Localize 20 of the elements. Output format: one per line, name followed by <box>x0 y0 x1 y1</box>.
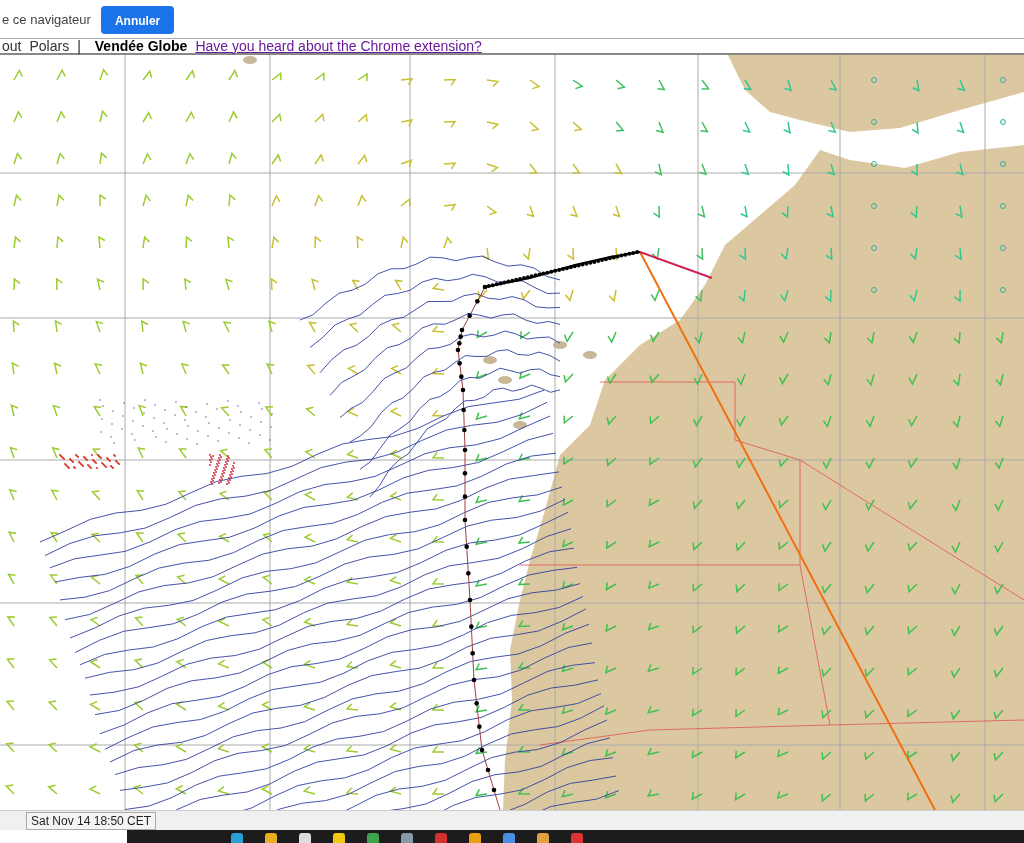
taskbar-icon[interactable] <box>469 833 481 843</box>
taskbar-icon[interactable] <box>299 833 311 843</box>
taskbar-icon[interactable] <box>231 833 243 843</box>
status-time: Sat Nov 14 18:50 CET <box>26 811 157 830</box>
taskbar-icon[interactable] <box>503 833 515 843</box>
taskbar-icon[interactable] <box>333 833 345 843</box>
menu-link[interactable]: Polars <box>29 38 70 54</box>
taskbar-icon[interactable] <box>401 833 413 843</box>
cancel-button[interactable]: Annuler <box>100 6 175 34</box>
menu-link[interactable]: out <box>2 38 22 54</box>
taskbar-icon[interactable] <box>435 833 447 843</box>
menu-separator: | <box>77 38 81 54</box>
taskbar-icon[interactable] <box>367 833 379 843</box>
race-title: Vendée Globe <box>94 38 188 54</box>
chrome-extension-link[interactable]: Have you heard about the Chrome extension? <box>195 38 482 54</box>
taskbar-icon[interactable] <box>537 833 549 843</box>
taskbar-icon[interactable] <box>265 833 277 843</box>
weather-map-drawing[interactable] <box>0 55 1024 810</box>
taskbar-icon[interactable] <box>571 833 583 843</box>
notice-text: e ce navigateur <box>2 11 91 30</box>
